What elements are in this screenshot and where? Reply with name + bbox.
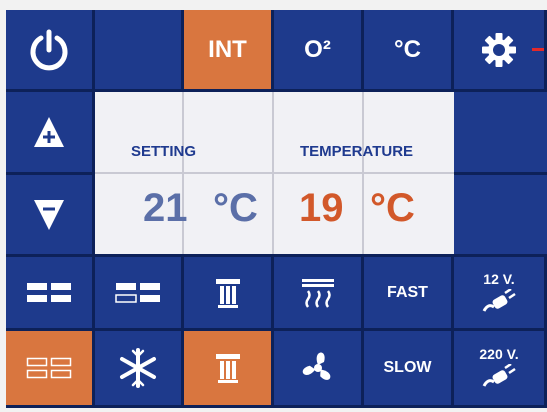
voltage-220-label: 220 V. <box>479 346 519 362</box>
celsius-label: °C <box>394 35 421 63</box>
increase-button[interactable] <box>6 92 95 175</box>
setting-label: SETTING <box>131 143 197 160</box>
gear-icon <box>482 32 516 67</box>
fast-button[interactable]: FAST <box>364 257 454 331</box>
decrease-button[interactable] <box>6 175 95 257</box>
temperature-unit: °C <box>370 186 415 230</box>
power-12v-button[interactable]: 12 V. <box>454 257 547 331</box>
blank-top-button <box>95 10 184 92</box>
blank-right-top <box>454 92 547 175</box>
power-icon <box>30 29 68 70</box>
heat-waves-icon <box>301 278 334 308</box>
up-arrow-icon <box>34 117 64 147</box>
settings-button[interactable] <box>454 10 547 92</box>
panel-divider-v2 <box>272 92 274 254</box>
radiator-icon <box>215 278 240 308</box>
two-bar-icon <box>27 282 71 302</box>
half-bar-icon <box>115 282 160 303</box>
red-marker <box>532 48 544 51</box>
slow-button[interactable]: SLOW <box>364 331 454 408</box>
outline-bar-icon <box>26 357 72 379</box>
mode-half-button[interactable] <box>95 257 184 331</box>
slow-label: SLOW <box>383 359 432 376</box>
mode-full-button[interactable] <box>6 257 95 331</box>
fan-button[interactable] <box>274 331 364 408</box>
radiator-active-button[interactable] <box>184 331 274 408</box>
mode-outline-button[interactable] <box>6 331 95 408</box>
voltage-12-label: 12 V. <box>483 270 515 287</box>
down-arrow-icon <box>34 199 64 230</box>
plug-icon <box>482 288 516 312</box>
cooling-button[interactable] <box>95 331 184 408</box>
heater-waves-button[interactable] <box>274 257 364 331</box>
snowflake-icon <box>120 348 156 388</box>
panel-divider-v3 <box>362 92 364 254</box>
fast-label: FAST <box>387 283 428 301</box>
temperature-value: 19 <box>299 186 344 230</box>
blank-right-bottom <box>454 175 547 257</box>
o2-label: O² <box>304 35 331 63</box>
panel-divider-h <box>95 172 454 174</box>
o2-button[interactable]: O² <box>274 10 364 92</box>
control-screen: INT O² °C SETTING TEMPERATURE 21 °C 19 °… <box>6 10 547 408</box>
int-label: INT <box>208 35 247 63</box>
plug-icon <box>482 364 516 387</box>
setting-value: 21 <box>143 186 188 230</box>
temperature-label: TEMPERATURE <box>300 143 414 160</box>
celsius-button[interactable]: °C <box>364 10 454 92</box>
power-220v-button[interactable]: 220 V. <box>454 331 547 408</box>
radiator-icon <box>215 354 240 383</box>
display-panel: SETTING TEMPERATURE 21 °C 19 °C <box>95 92 454 257</box>
radiator-button[interactable] <box>184 257 274 331</box>
setting-unit: °C <box>213 186 258 230</box>
power-button[interactable] <box>6 10 95 92</box>
fan-icon <box>302 352 330 380</box>
int-button[interactable]: INT <box>184 10 274 92</box>
